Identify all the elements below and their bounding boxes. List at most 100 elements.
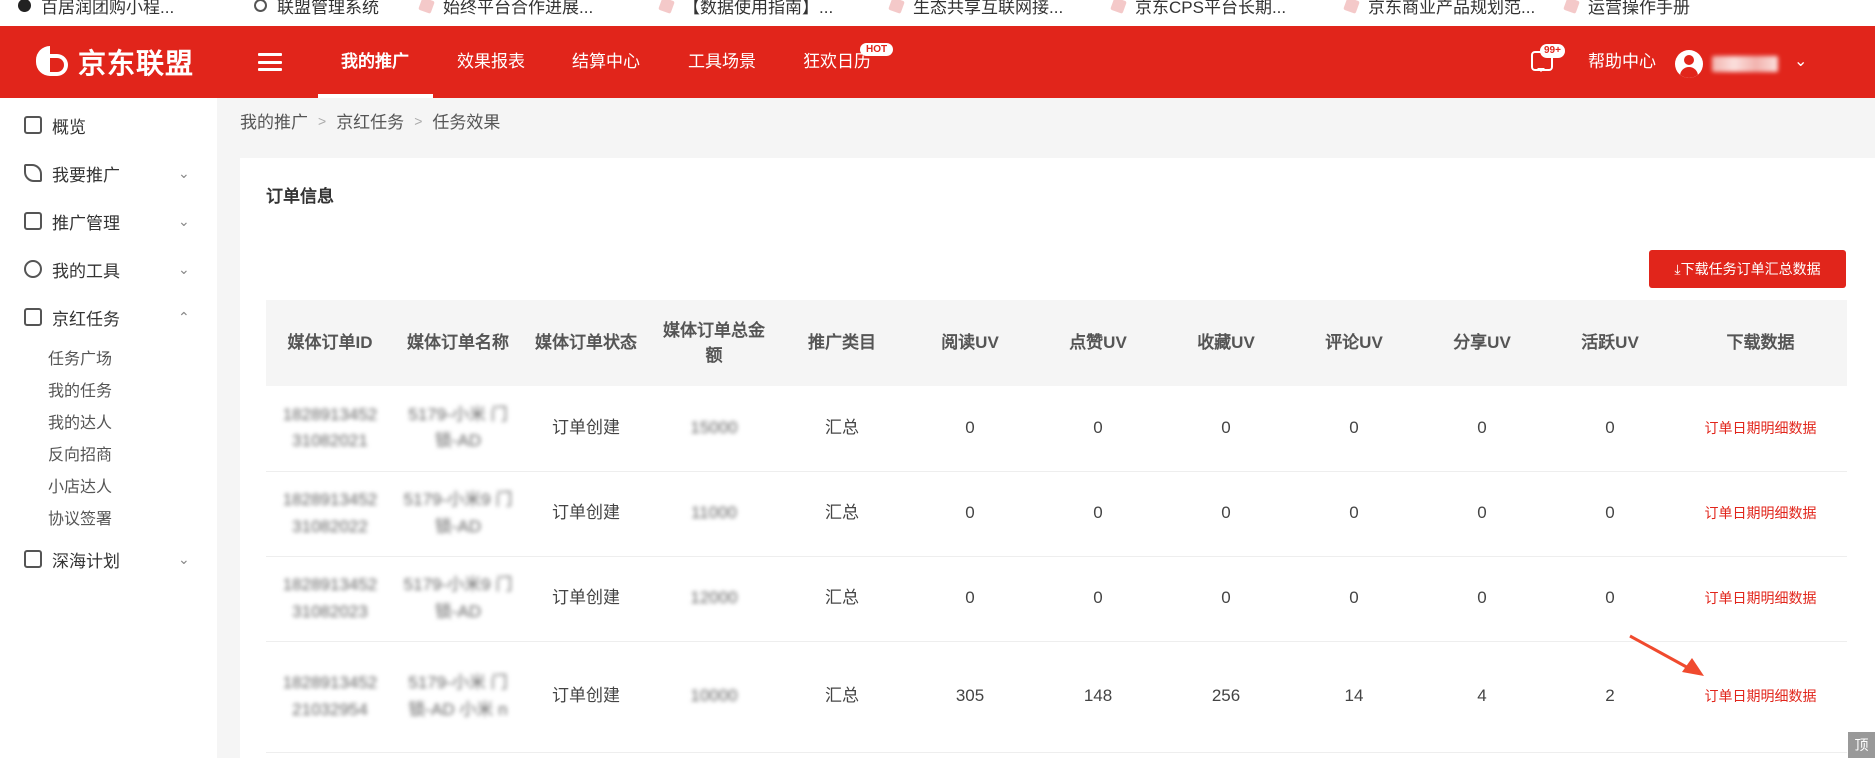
order-amount-cell: 15000	[650, 386, 778, 472]
order-date-detail-link[interactable]: 订单日期明细数据	[1705, 590, 1817, 606]
download-cell: 订单日期明细数据	[1674, 641, 1847, 753]
sidebar-subitem-shop-influencer[interactable]: 小店达人	[48, 473, 112, 497]
help-center-link[interactable]: 帮助中心	[1588, 26, 1656, 98]
bookmark-icon	[418, 0, 435, 14]
sidebar-item-tools[interactable]: 我的工具 ⌄	[0, 245, 217, 293]
sidebar-item-overview[interactable]: 概览	[0, 101, 217, 149]
avatar[interactable]	[1675, 50, 1703, 78]
nav-carnival-calendar[interactable]: 狂欢日历	[803, 26, 871, 98]
breadcrumb: 我的推广 > 京红任务 > 任务效果	[240, 108, 500, 133]
chevron-down-icon[interactable]: ⌄	[1794, 51, 1807, 71]
hot-badge: HOT	[860, 43, 894, 56]
category-cell: 汇总	[778, 556, 906, 642]
order-id-cell: 1828913452 31082022	[266, 471, 394, 557]
menu-icon[interactable]	[258, 53, 282, 71]
chevron-down-icon: ⌄	[178, 260, 190, 277]
table-row: 1828913452 31082023 5179-小米9 门锁-AD 订单创建 …	[266, 556, 1847, 642]
breadcrumb-item[interactable]: 我的推广	[240, 108, 308, 133]
column-header: 阅读UV	[941, 333, 999, 353]
order-amount-cell: 11000	[650, 471, 778, 557]
section-title: 订单信息	[266, 187, 334, 206]
order-name-cell: 5179-小米9 门锁-AD	[394, 556, 522, 642]
nav-tool-scenes[interactable]: 工具场景	[688, 26, 756, 98]
bookmark-item[interactable]: 京东商业产品规划范...	[1343, 0, 1535, 18]
bookmark-item[interactable]: 京东CPS平台长期...	[1110, 0, 1286, 18]
breadcrumb-current: 任务效果	[432, 113, 501, 132]
sidebar-item-deep-sea-plan[interactable]: 深海计划 ⌄	[0, 535, 217, 583]
like-uv-cell: 0	[1034, 386, 1162, 472]
like-uv-cell: 148	[1034, 641, 1162, 753]
comment-uv-cell: 0	[1290, 471, 1418, 557]
order-name-cell: 5179-小米 门锁-AD 小米 n	[394, 641, 522, 753]
sidebar-item-jinghong-task[interactable]: 京红任务 ⌃	[0, 293, 217, 341]
order-name-cell: 5179-小米9 门锁-AD	[394, 471, 522, 557]
plan-icon	[24, 550, 42, 568]
comment-uv-cell: 0	[1290, 556, 1418, 642]
sidebar-item-manage[interactable]: 推广管理 ⌄	[0, 197, 217, 245]
nav-settlement-center[interactable]: 结算中心	[572, 26, 640, 98]
column-header: 媒体订单总金额	[663, 320, 765, 366]
bookmark-icon	[658, 0, 675, 14]
order-name-cell: 5179-小米 门锁-AD	[394, 386, 522, 472]
read-uv-cell: 0	[906, 386, 1034, 472]
share-uv-cell: 4	[1418, 641, 1546, 753]
column-header: 媒体订单ID	[287, 333, 373, 353]
read-uv-cell: 305	[906, 641, 1034, 753]
scroll-to-top-button[interactable]: 顶	[1848, 732, 1875, 758]
bookmark-item[interactable]: 联盟管理系统	[254, 0, 379, 18]
top-navigation: 京东联盟 我的推广 效果报表 结算中心 工具场景 狂欢日历 HOT 99+ 帮助…	[0, 26, 1875, 98]
column-header: 推广类目	[808, 333, 876, 353]
tools-icon	[24, 260, 42, 278]
nav-effect-report[interactable]: 效果报表	[457, 26, 525, 98]
nav-my-promotion[interactable]: 我的推广	[341, 26, 409, 98]
bookmark-icon	[888, 0, 905, 14]
order-date-detail-link[interactable]: 订单日期明细数据	[1705, 505, 1817, 521]
comment-uv-cell: 0	[1290, 386, 1418, 472]
order-date-detail-link[interactable]: 订单日期明细数据	[1705, 688, 1817, 704]
logo[interactable]: 京东联盟	[32, 42, 194, 82]
sidebar-subitem-task-square[interactable]: 任务广场	[48, 345, 112, 369]
share-uv-cell: 0	[1418, 386, 1546, 472]
share-uv-cell: 0	[1418, 556, 1546, 642]
order-status-cell: 订单创建	[522, 386, 650, 472]
sidebar-subitem-my-tasks[interactable]: 我的任务	[48, 377, 112, 401]
order-id-cell: 1828913452 31082023	[266, 556, 394, 642]
sidebar: 概览 我要推广 ⌄ 推广管理 ⌄ 我的工具 ⌄ 京红任务 ⌃ 任务广场 我的任务…	[0, 98, 217, 758]
clock-icon	[254, 0, 267, 12]
table-row: 1828913452 21032954 5179-小米 门锁-AD 小米 n 订…	[266, 641, 1847, 753]
breadcrumb-item[interactable]: 京红任务	[336, 108, 404, 133]
sidebar-subitem-reverse-invite[interactable]: 反向招商	[48, 441, 112, 465]
sidebar-subitem-my-influencers[interactable]: 我的达人	[48, 409, 112, 433]
chevron-right-icon: >	[318, 112, 327, 129]
bookmark-item[interactable]: 【数据使用指南】...	[658, 0, 833, 18]
order-date-detail-link[interactable]: 订单日期明细数据	[1705, 420, 1817, 436]
bookmark-icon	[18, 0, 31, 12]
message-count-badge: 99+	[1540, 44, 1565, 58]
fav-uv-cell: 256	[1162, 641, 1290, 753]
download-summary-button[interactable]: ⤓ 下载任务订单汇总数据	[1649, 250, 1846, 288]
active-uv-cell: 2	[1546, 641, 1674, 753]
share-uv-cell: 0	[1418, 471, 1546, 557]
table-header-row: 媒体订单ID 媒体订单名称 媒体订单状态 媒体订单总金额 推广类目 阅读UV 点…	[266, 300, 1847, 386]
download-cell: 订单日期明细数据	[1674, 471, 1847, 557]
fav-uv-cell: 0	[1162, 556, 1290, 642]
bookmark-item[interactable]: 始终平台合作进展...	[418, 0, 593, 18]
username-blurred[interactable]	[1712, 56, 1778, 72]
bookmark-icon	[1343, 0, 1360, 14]
order-amount-cell: 12000	[650, 556, 778, 642]
bookmark-item[interactable]: 生态共享互联网接...	[888, 0, 1063, 18]
bookmark-item[interactable]: 运营操作手册	[1563, 0, 1690, 18]
chevron-right-icon: >	[414, 112, 423, 129]
sidebar-item-promote[interactable]: 我要推广 ⌄	[0, 149, 217, 197]
sidebar-subitem-agreement[interactable]: 协议签署	[48, 505, 112, 529]
brand-name: 京东联盟	[78, 48, 195, 79]
table-row: 1828913452 31082021 5179-小米 门锁-AD 订单创建 1…	[266, 386, 1847, 472]
column-header: 媒体订单状态	[535, 333, 637, 353]
chevron-up-icon: ⌃	[178, 308, 190, 325]
order-status-cell: 订单创建	[522, 471, 650, 557]
fav-uv-cell: 0	[1162, 471, 1290, 557]
column-header: 评论UV	[1325, 333, 1383, 353]
bookmark-item[interactable]: 百居润团购小程...	[18, 0, 174, 18]
order-status-cell: 订单创建	[522, 556, 650, 642]
monitor-icon	[24, 116, 42, 134]
